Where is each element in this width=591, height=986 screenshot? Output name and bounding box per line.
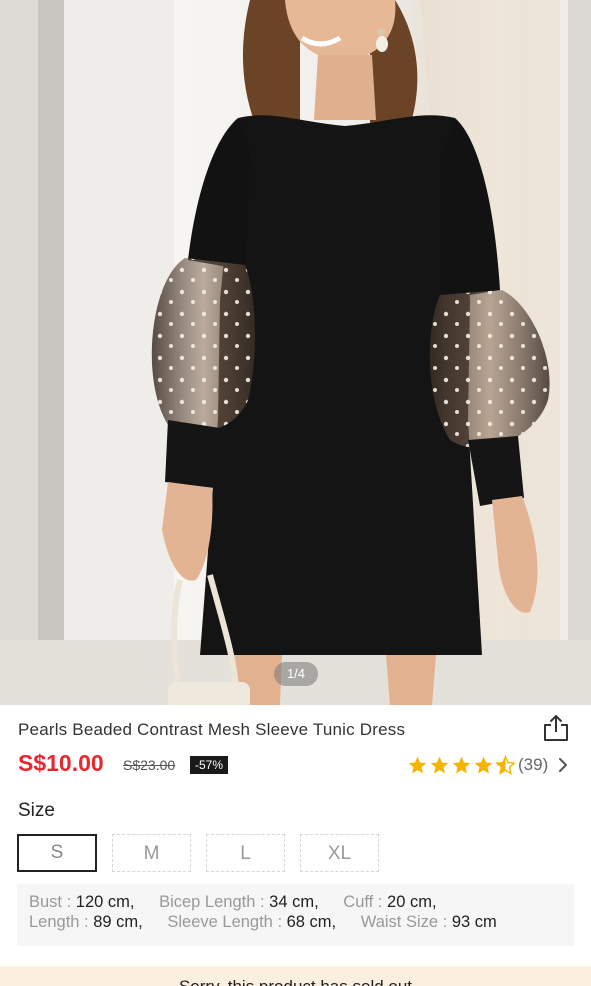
size-option-s[interactable]: S	[17, 834, 97, 872]
size-measurements: Bust : 120 cm, Bicep Length : 34 cm, Cuf…	[17, 884, 574, 946]
discount-badge: -57%	[190, 756, 229, 774]
star-icon	[474, 756, 493, 773]
size-option-l[interactable]: L	[206, 834, 285, 872]
size-label: Size	[18, 800, 55, 821]
length-label: Length :	[29, 913, 89, 931]
sleeve-length-label: Sleeve Length :	[167, 913, 283, 931]
product-photo-illustration	[0, 0, 591, 705]
star-icon	[452, 756, 471, 773]
bust-label: Bust :	[29, 893, 72, 911]
waist-size-label: Waist Size :	[360, 913, 448, 931]
product-image[interactable]: 1/4	[0, 0, 591, 705]
product-title: Pearls Beaded Contrast Mesh Sleeve Tunic…	[18, 720, 406, 739]
star-icon	[408, 756, 427, 773]
star-half-icon	[495, 754, 516, 775]
share-icon	[544, 715, 568, 741]
size-option-m[interactable]: M	[112, 834, 191, 872]
size-option-xl[interactable]: XL	[300, 834, 379, 872]
rating-summary[interactable]: (39)	[407, 753, 570, 777]
review-count: (39)	[518, 755, 549, 774]
length-value: 89 cm,	[93, 913, 143, 931]
original-price: S$23.00	[123, 757, 176, 773]
cuff-value: 20 cm,	[387, 893, 437, 911]
bicep-label: Bicep Length :	[159, 893, 265, 911]
bust-value: 120 cm,	[75, 893, 135, 911]
cuff-label: Cuff :	[343, 893, 383, 911]
measurements-row: Length : 89 cm, Sleeve Length : 68 cm, W…	[29, 913, 497, 932]
chevron-right-icon	[559, 758, 568, 772]
rating-stars	[407, 754, 516, 776]
image-pager-indicator: 1/4	[274, 662, 318, 686]
sale-price: S$10.00	[18, 750, 104, 776]
sleeve-length-value: 68 cm,	[286, 913, 337, 931]
waist-size-value: 93 cm	[451, 913, 497, 931]
share-button[interactable]	[541, 713, 571, 743]
measurements-row: Bust : 120 cm, Bicep Length : 34 cm, Cuf…	[29, 893, 437, 912]
star-icon	[430, 756, 449, 773]
bicep-value: 34 cm,	[269, 893, 319, 911]
sold-out-text: Sorry, this product has sold out	[179, 977, 412, 986]
sold-out-banner: Sorry, this product has sold out	[0, 966, 591, 986]
